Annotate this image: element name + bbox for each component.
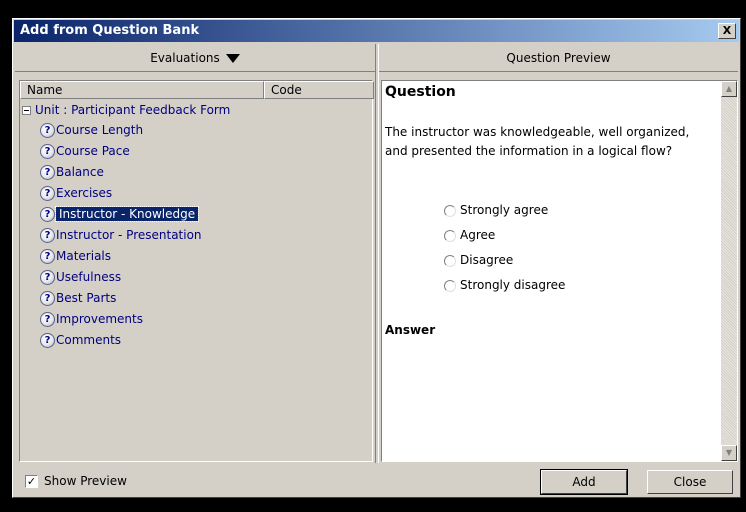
- question-bubble-icon: ?: [40, 186, 55, 201]
- tree-item[interactable]: ? Comments: [40, 331, 121, 350]
- close-window-button[interactable]: X: [718, 23, 736, 39]
- question-bubble-icon: ?: [40, 165, 55, 180]
- tree-item-label: Usefulness: [56, 270, 122, 284]
- tree-unit-node[interactable]: Unit : Participant Feedback Form: [22, 101, 230, 120]
- question-bubble-icon: ?: [40, 291, 55, 306]
- option-label: Strongly disagree: [460, 278, 566, 292]
- tree-item-label: Course Pace: [56, 144, 130, 158]
- question-text: The instructor was knowledgeable, well o…: [385, 125, 690, 158]
- tree-item[interactable]: ? Best Parts: [40, 289, 116, 308]
- question-tree[interactable]: Name Code Unit : Participant Feedback Fo…: [19, 80, 374, 462]
- question-bubble-icon: ?: [40, 123, 55, 138]
- scroll-up-button[interactable]: ▲: [721, 81, 737, 97]
- evaluations-dropdown-label: Evaluations: [150, 51, 220, 65]
- radio-button[interactable]: [444, 204, 456, 217]
- title-bar[interactable]: Add from Question Bank X: [14, 20, 739, 42]
- tree-item[interactable]: ? Course Length: [40, 121, 143, 140]
- radio-button[interactable]: [444, 229, 456, 242]
- panel-divider[interactable]: [375, 44, 379, 463]
- show-preview-checkbox[interactable]: ✓ Show Preview: [25, 474, 127, 488]
- tree-item[interactable]: ? Usefulness: [40, 268, 121, 287]
- evaluations-dropdown[interactable]: Evaluations: [15, 44, 375, 72]
- question-bubble-icon: ?: [40, 333, 55, 348]
- question-bubble-icon: ?: [40, 312, 55, 327]
- question-bubble-icon: ?: [40, 249, 55, 264]
- option-label: Disagree: [460, 253, 514, 267]
- column-header-name[interactable]: Name: [20, 81, 264, 99]
- scroll-down-button[interactable]: ▼: [721, 445, 737, 461]
- tree-item-label: Balance: [56, 165, 104, 179]
- add-button[interactable]: Add: [540, 469, 628, 495]
- tree-item-label: Course Length: [56, 123, 144, 137]
- tree-item-label: Materials: [56, 249, 112, 263]
- close-button[interactable]: Close: [647, 470, 733, 494]
- tree-item[interactable]: ? Materials: [40, 247, 111, 266]
- question-preview-header: Question Preview: [379, 44, 738, 72]
- answer-option[interactable]: Strongly agree: [444, 201, 548, 219]
- dialog-window: Add from Question Bank X Evaluations Que…: [12, 18, 741, 498]
- dialog-title: Add from Question Bank: [20, 23, 200, 38]
- tree-item[interactable]: ? Instructor - Presentation: [40, 226, 202, 245]
- question-bubble-icon: ?: [40, 270, 55, 285]
- tree-item-label: Instructor - Presentation: [56, 228, 202, 242]
- tree-item-label: Exercises: [56, 186, 113, 200]
- question-bubble-icon: ?: [40, 228, 55, 243]
- answer-option[interactable]: Disagree: [444, 251, 513, 269]
- answer-option[interactable]: Agree: [444, 226, 495, 244]
- column-header-code[interactable]: Code: [264, 81, 374, 99]
- tree-item[interactable]: ? Balance: [40, 163, 104, 182]
- radio-button[interactable]: [444, 279, 456, 292]
- collapse-icon[interactable]: [22, 106, 31, 115]
- option-label: Agree: [460, 228, 496, 242]
- show-preview-label: Show Preview: [44, 474, 127, 488]
- unit-label: Unit : Participant Feedback Form: [35, 103, 231, 117]
- tree-item-label: Best Parts: [56, 291, 117, 305]
- question-bubble-icon: ?: [40, 207, 55, 222]
- question-bubble-icon: ?: [40, 144, 55, 159]
- tree-item-label: Comments: [56, 333, 122, 347]
- tree-item[interactable]: ? Improvements: [40, 310, 143, 329]
- answer-option[interactable]: Strongly disagree: [444, 276, 565, 294]
- tree-item-label: Improvements: [56, 312, 143, 326]
- option-label: Strongly agree: [460, 203, 549, 217]
- tree-item[interactable]: ? Instructor - Knowledge: [40, 205, 200, 224]
- question-preview-pane: Question The instructor was knowledgeabl…: [381, 80, 738, 462]
- tree-item[interactable]: ? Course Pace: [40, 142, 130, 161]
- triangle-down-icon: [225, 54, 240, 63]
- tree-item[interactable]: ? Exercises: [40, 184, 112, 203]
- radio-button[interactable]: [444, 254, 456, 267]
- question-heading: Question: [385, 84, 456, 100]
- preview-scrollbar[interactable]: ▲ ▼: [721, 81, 737, 461]
- answer-heading: Answer: [385, 323, 436, 337]
- checkbox-box[interactable]: ✓: [25, 475, 38, 488]
- tree-item-label: Instructor - Knowledge: [54, 206, 200, 222]
